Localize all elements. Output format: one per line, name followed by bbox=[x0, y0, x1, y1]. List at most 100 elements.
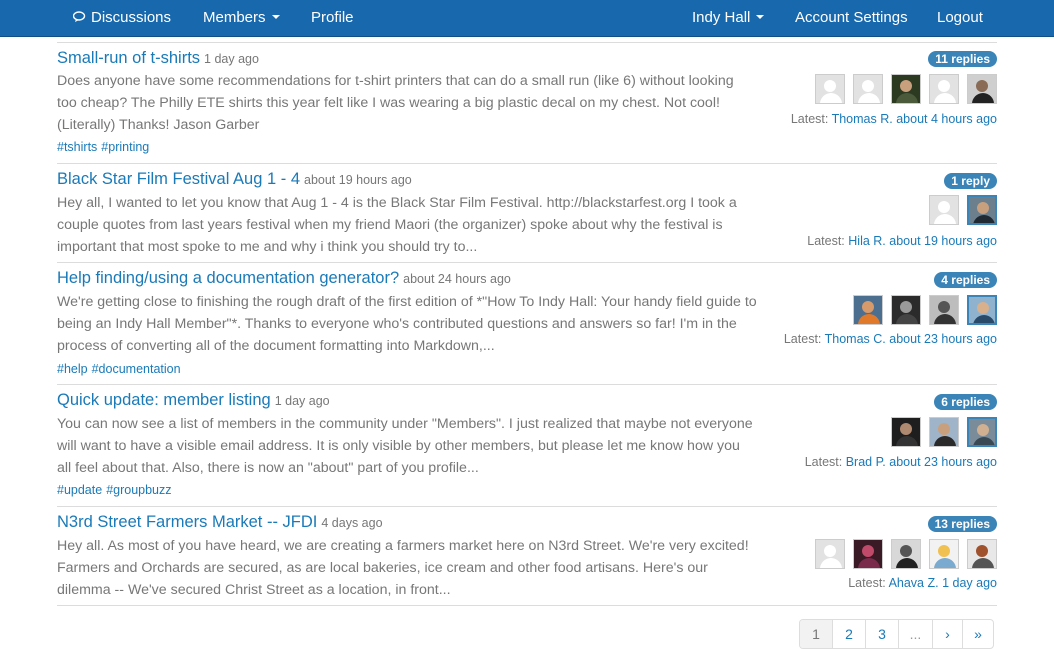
avatar[interactable] bbox=[853, 295, 883, 325]
thread-excerpt: You can now see a list of members in the… bbox=[57, 416, 753, 476]
avatar[interactable] bbox=[967, 417, 997, 447]
avatar[interactable] bbox=[929, 195, 959, 225]
thread-title-text: Small-run of t-shirts bbox=[57, 49, 201, 67]
tag-link[interactable]: #help bbox=[57, 362, 88, 376]
nav-discussions-label: Discussions bbox=[91, 9, 172, 26]
thread-excerpt: Hey all, I wanted to let you know that A… bbox=[57, 195, 737, 255]
thread-tags: #update #groupbuzz bbox=[57, 483, 176, 497]
nav-space-switcher[interactable]: Indy Hall bbox=[692, 0, 765, 37]
latest-time-link[interactable]: about 23 hours ago bbox=[889, 332, 997, 346]
participant-avatars bbox=[815, 539, 997, 569]
chat-icon bbox=[73, 11, 86, 22]
participant-avatars bbox=[929, 195, 997, 225]
latest-label: Latest: bbox=[848, 576, 886, 590]
avatar[interactable] bbox=[967, 295, 997, 325]
tag-link[interactable]: #printing bbox=[101, 140, 149, 154]
thread-item: Black Star Film Festival Aug 1 - 4 about … bbox=[57, 163, 997, 262]
thread-item: N3rd Street Farmers Market -- JFDI 4 days… bbox=[57, 506, 997, 606]
nav-logout-label: Logout bbox=[937, 9, 983, 26]
avatar[interactable] bbox=[967, 539, 997, 569]
avatar[interactable] bbox=[891, 417, 921, 447]
latest-label: Latest: bbox=[807, 234, 845, 248]
thread-time: 1 day ago bbox=[274, 394, 330, 408]
latest-time-link[interactable]: 1 day ago bbox=[942, 576, 997, 590]
reply-count-badge[interactable]: 11 replies bbox=[928, 51, 997, 67]
nav-space-label: Indy Hall bbox=[692, 9, 751, 26]
avatar[interactable] bbox=[929, 539, 959, 569]
tag-link[interactable]: #groupbuzz bbox=[106, 483, 171, 497]
latest-reply-info: Latest: Brad P. about 23 hours ago bbox=[805, 455, 997, 469]
avatar[interactable] bbox=[891, 74, 921, 104]
nav-members[interactable]: Members bbox=[203, 0, 280, 37]
latest-user-link[interactable]: Thomas R. bbox=[832, 112, 893, 126]
thread-time: 1 day ago bbox=[204, 52, 259, 66]
avatar[interactable] bbox=[967, 195, 997, 225]
latest-label: Latest: bbox=[790, 112, 829, 126]
latest-label: Latest: bbox=[783, 332, 822, 346]
latest-user-link[interactable]: Ahava Z. bbox=[889, 576, 939, 590]
thread-time: about 19 hours ago bbox=[304, 173, 412, 187]
latest-label: Latest: bbox=[804, 455, 843, 469]
page-3-button[interactable]: 3 bbox=[866, 620, 899, 648]
latest-reply-info: Latest: Thomas R. about 4 hours ago bbox=[791, 112, 997, 126]
participant-avatars bbox=[853, 295, 997, 325]
thread-title-text: Help finding/using a documentation gener… bbox=[57, 269, 400, 287]
latest-reply-info: Latest: Thomas C. about 23 hours ago bbox=[784, 332, 997, 346]
reply-count-badge[interactable]: 6 replies bbox=[934, 394, 997, 410]
thread-title-text: N3rd Street Farmers Market -- JFDI bbox=[57, 513, 318, 531]
nav-account-settings[interactable]: Account Settings bbox=[795, 0, 908, 37]
nav-profile-label: Profile bbox=[311, 9, 354, 26]
thread-tags: #tshirts #printing bbox=[57, 140, 153, 154]
avatar[interactable] bbox=[815, 74, 845, 104]
reply-count-badge[interactable]: 13 replies bbox=[927, 516, 997, 532]
thread-title[interactable]: Help finding/using a documentation gener… bbox=[57, 269, 511, 288]
thread-title[interactable]: Quick update: member listing 1 day ago bbox=[57, 391, 330, 410]
avatar[interactable] bbox=[929, 74, 959, 104]
avatar[interactable] bbox=[853, 74, 883, 104]
tag-link[interactable]: #tshirts bbox=[57, 140, 97, 154]
thread-excerpt: Hey all. As most of you have heard, we a… bbox=[57, 538, 749, 598]
thread-title[interactable]: Small-run of t-shirts 1 day ago bbox=[57, 49, 259, 68]
reply-count-badge[interactable]: 1 reply bbox=[944, 173, 997, 189]
thread-excerpt: Does anyone have some recommendations fo… bbox=[57, 73, 734, 133]
thread-item: Quick update: member listing 1 day ago Yo… bbox=[57, 384, 997, 506]
thread-tags: #help #documentation bbox=[57, 362, 185, 376]
latest-user-link[interactable]: Thomas C. bbox=[825, 332, 886, 346]
latest-time-link[interactable]: about 19 hours ago bbox=[889, 234, 997, 248]
page-2-button[interactable]: 2 bbox=[833, 620, 866, 648]
thread-title[interactable]: Black Star Film Festival Aug 1 - 4 about … bbox=[57, 170, 412, 189]
avatar[interactable] bbox=[929, 417, 959, 447]
avatar[interactable] bbox=[891, 539, 921, 569]
pagination: 1 2 3 ... › » bbox=[799, 619, 994, 649]
nav-profile[interactable]: Profile bbox=[311, 0, 354, 37]
reply-count-badge[interactable]: 4 replies bbox=[934, 272, 997, 288]
tag-link[interactable]: #update bbox=[57, 483, 102, 497]
avatar[interactable] bbox=[815, 539, 845, 569]
avatar[interactable] bbox=[853, 539, 883, 569]
chevron-down-icon bbox=[271, 15, 280, 20]
avatar[interactable] bbox=[967, 74, 997, 104]
nav-logout[interactable]: Logout bbox=[937, 0, 983, 37]
nav-discussions[interactable]: Discussions bbox=[73, 0, 171, 37]
thread-title-text: Black Star Film Festival Aug 1 - 4 bbox=[57, 170, 300, 188]
page-ellipsis: ... bbox=[899, 620, 933, 648]
thread-time: about 24 hours ago bbox=[403, 272, 511, 286]
latest-time-link[interactable]: about 23 hours ago bbox=[889, 455, 997, 469]
latest-user-link[interactable]: Hila R. bbox=[848, 234, 886, 248]
nav-members-label: Members bbox=[203, 9, 266, 26]
thread-title-text: Quick update: member listing bbox=[57, 391, 271, 409]
tag-link[interactable]: #documentation bbox=[92, 362, 181, 376]
participant-avatars bbox=[891, 417, 997, 447]
avatar[interactable] bbox=[891, 295, 921, 325]
nav-account-settings-label: Account Settings bbox=[795, 9, 908, 26]
page-1-button[interactable]: 1 bbox=[800, 620, 833, 648]
top-navbar: Discussions Members Profile Indy Hall Ac… bbox=[0, 0, 1054, 37]
next-page-button[interactable]: › bbox=[933, 620, 963, 648]
chevron-down-icon bbox=[756, 15, 765, 20]
thread-title[interactable]: N3rd Street Farmers Market -- JFDI 4 days… bbox=[57, 513, 383, 532]
latest-user-link[interactable]: Brad P. bbox=[846, 455, 886, 469]
thread-item: Help finding/using a documentation gener… bbox=[57, 262, 997, 384]
last-page-button[interactable]: » bbox=[963, 620, 993, 648]
avatar[interactable] bbox=[929, 295, 959, 325]
latest-time-link[interactable]: about 4 hours ago bbox=[896, 112, 997, 126]
